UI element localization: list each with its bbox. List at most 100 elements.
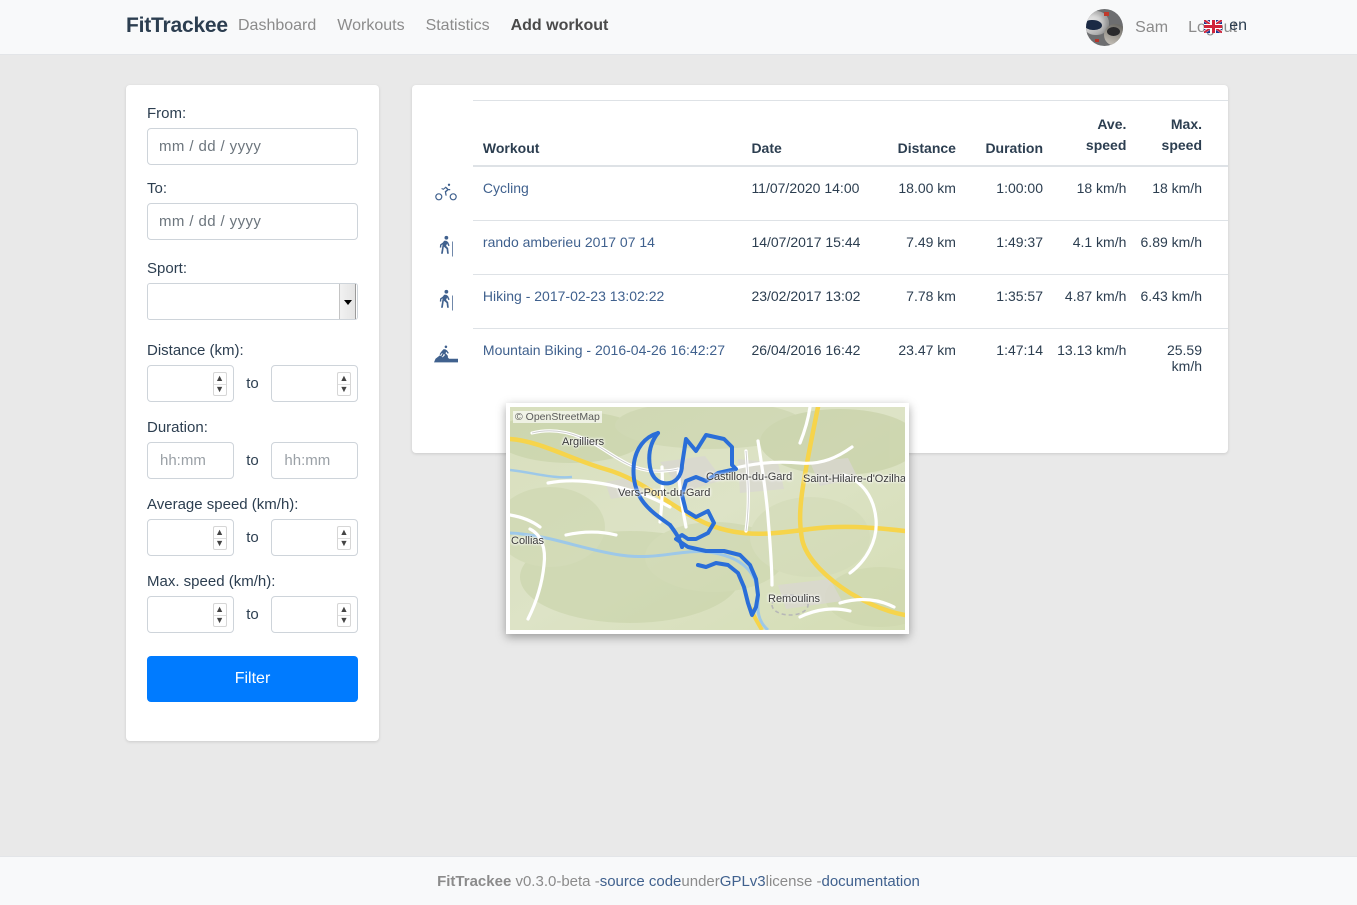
app-footer: FitTrackee v0.3.0-beta - source code und… [0, 856, 1357, 905]
sport-select[interactable] [147, 283, 358, 320]
distance-to-label: to [234, 375, 272, 392]
chevron-down-icon [344, 300, 352, 305]
map-canvas[interactable]: © OpenStreetMap Argilliers Castillon-du-G… [510, 407, 905, 630]
duration-max-input[interactable]: hh:mm [271, 442, 358, 479]
footer-brand: FitTrackee [437, 873, 511, 890]
column-max-speed-line2: speed [1134, 135, 1202, 156]
column-sport-icon [412, 101, 473, 167]
average-speed-min-input[interactable]: ▲▼ [147, 519, 234, 556]
nav-item-dashboard[interactable]: Dashboard [238, 17, 316, 35]
column-ave-speed-line1: Ave. [1043, 114, 1126, 135]
hiking-icon [434, 234, 458, 258]
column-date[interactable]: Date [751, 101, 871, 167]
max-speed-min-input[interactable]: ▲▼ [147, 596, 234, 633]
workout-link[interactable]: rando amberieu 2017 07 14 [483, 234, 655, 250]
table-row[interactable]: Mountain Biking - 2016-04-26 16:42:27 26/… [412, 329, 1228, 388]
duration-to-label: to [234, 452, 272, 469]
username-label[interactable]: Sam [1135, 19, 1168, 37]
column-ave-speed[interactable]: Ave. speed [1043, 101, 1134, 167]
duration-label: Duration: [147, 419, 358, 436]
map-place-label: Saint-Hilaire-d'Ozilha [803, 473, 905, 485]
column-max-speed[interactable]: Max. speed [1134, 101, 1228, 167]
distance-max-input[interactable]: ▲▼ [271, 365, 358, 402]
average-speed-max-input[interactable]: ▲▼ [271, 519, 358, 556]
workout-link[interactable]: Hiking - 2017-02-23 13:02:22 [483, 288, 664, 304]
sport-label: Sport: [147, 260, 358, 277]
max-speed-label: Max. speed (km/h): [147, 573, 358, 590]
workout-filter-panel: From: mm / dd / yyyy To: mm / dd / yyyy … [126, 85, 379, 741]
distance-range-row: ▲▼ to ▲▼ [147, 365, 358, 402]
column-max-speed-line1: Max. [1134, 114, 1202, 135]
map-place-label: Argilliers [562, 436, 604, 448]
column-ave-speed-line2: speed [1043, 135, 1126, 156]
duration-min-placeholder: hh:mm [160, 452, 206, 469]
max-speed-max-stepper[interactable]: ▲▼ [337, 603, 351, 627]
table-row[interactable]: rando amberieu 2017 07 1414/07/2017 15:4… [412, 221, 1228, 275]
osm-credit[interactable]: © OpenStreetMap [513, 411, 602, 423]
row-sport-cell [412, 166, 473, 221]
average-speed-range-row: ▲▼ to ▲▼ [147, 519, 358, 556]
to-date-label: To: [147, 180, 358, 197]
row-workout-cell: Mountain Biking - 2016-04-26 16:42:27 [473, 329, 752, 388]
row-sport-cell [412, 221, 473, 275]
row-distance-cell: 7.49 km [871, 221, 956, 275]
footer-documentation-link[interactable]: documentation [822, 873, 920, 890]
avatar[interactable] [1086, 9, 1123, 46]
table-row[interactable]: Hiking - 2017-02-23 13:02:2223/02/2017 1… [412, 275, 1228, 329]
max-speed-max-input[interactable]: ▲▼ [271, 596, 358, 633]
row-workout-cell: Cycling [473, 166, 752, 221]
footer-license-text: license - [766, 873, 822, 890]
distance-label: Distance (km): [147, 342, 358, 359]
row-ave-speed-cell: 4.87 km/h [1043, 275, 1134, 329]
table-body: Cycling11/07/2020 14:0018.00 km1:00:0018… [412, 166, 1228, 387]
table-header-row: Workout Date Distance Duration Ave. spee… [412, 101, 1228, 167]
row-duration-cell: 1:00:00 [956, 166, 1043, 221]
distance-min-stepper[interactable]: ▲▼ [213, 372, 227, 396]
max-speed-to-label: to [234, 606, 272, 623]
max-speed-range-row: ▲▼ to ▲▼ [147, 596, 358, 633]
from-date-input[interactable]: mm / dd / yyyy [147, 128, 358, 165]
column-distance[interactable]: Distance [871, 101, 956, 167]
language-selector[interactable]: en [1204, 17, 1247, 35]
app-header: FitTrackee Dashboard Workouts Statistics… [0, 0, 1357, 55]
average-speed-min-stepper[interactable]: ▲▼ [213, 526, 227, 550]
row-sport-cell [412, 329, 473, 388]
workout-map-tooltip: © OpenStreetMap Argilliers Castillon-du-G… [506, 403, 909, 634]
language-label[interactable]: en [1229, 17, 1247, 35]
nav-item-add-workout[interactable]: Add workout [511, 17, 609, 35]
column-duration[interactable]: Duration [956, 101, 1043, 167]
map-place-label: Castillon-du-Gard [706, 471, 792, 483]
table-row[interactable]: Cycling11/07/2020 14:0018.00 km1:00:0018… [412, 166, 1228, 221]
max-speed-min-stepper[interactable]: ▲▼ [213, 603, 227, 627]
footer-license-link[interactable]: GPLv3 [720, 873, 766, 890]
flag-uk-icon [1204, 20, 1222, 33]
row-distance-cell: 7.78 km [871, 275, 956, 329]
app-brand[interactable]: FitTrackee [126, 14, 228, 38]
map-place-label: Vers-Pont-du-Gard [618, 487, 710, 499]
duration-min-input[interactable]: hh:mm [147, 442, 234, 479]
cycling-icon [434, 180, 458, 204]
nav-item-statistics[interactable]: Statistics [426, 17, 490, 35]
row-distance-cell: 23.47 km [871, 329, 956, 388]
nav-item-workouts[interactable]: Workouts [337, 17, 404, 35]
average-speed-max-stepper[interactable]: ▲▼ [337, 526, 351, 550]
row-date-cell: 26/04/2016 16:42 [751, 329, 871, 388]
mountain-biking-icon [434, 342, 458, 366]
map-place-label: Collias [511, 535, 544, 547]
from-date-label: From: [147, 105, 358, 122]
average-speed-label: Average speed (km/h): [147, 496, 358, 513]
to-date-input[interactable]: mm / dd / yyyy [147, 203, 358, 240]
column-workout[interactable]: Workout [473, 101, 752, 167]
row-max-speed-cell: 18 km/h [1134, 166, 1228, 221]
duration-max-placeholder: hh:mm [284, 452, 330, 469]
row-ave-speed-cell: 18 km/h [1043, 166, 1134, 221]
workout-link[interactable]: Mountain Biking - 2016-04-26 16:42:27 [483, 342, 725, 358]
main-navigation: Dashboard Workouts Statistics Add workou… [238, 17, 608, 35]
footer-source-code-link[interactable]: source code [600, 873, 682, 890]
workout-link[interactable]: Cycling [483, 180, 529, 196]
row-ave-speed-cell: 13.13 km/h [1043, 329, 1134, 388]
distance-max-stepper[interactable]: ▲▼ [337, 372, 351, 396]
filter-button[interactable]: Filter [147, 656, 358, 702]
row-ave-speed-cell: 4.1 km/h [1043, 221, 1134, 275]
distance-min-input[interactable]: ▲▼ [147, 365, 234, 402]
